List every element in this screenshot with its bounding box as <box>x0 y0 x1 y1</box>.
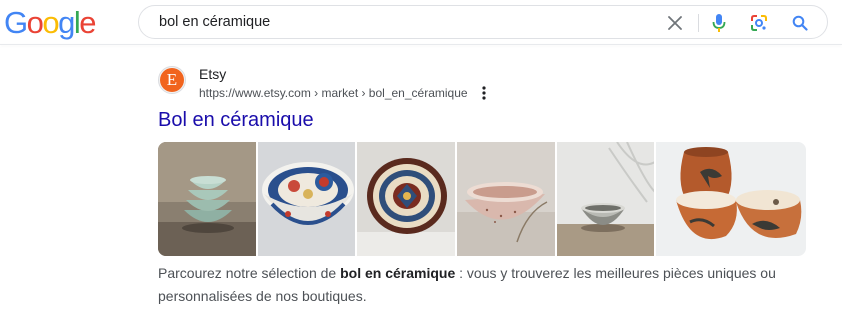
search-divider <box>698 14 699 32</box>
logo-letter: o <box>42 5 59 40</box>
thumbnail-terracotta-bowls[interactable] <box>656 142 806 256</box>
close-icon[interactable] <box>662 10 688 36</box>
logo-letter: o <box>26 5 44 40</box>
search-icon[interactable] <box>787 10 813 36</box>
search-box <box>138 5 828 39</box>
favicon-letter: E <box>160 68 184 92</box>
logo-letter: g <box>58 5 75 40</box>
thumbnail-stacked-celadon-bowls[interactable] <box>158 142 256 256</box>
snippet-highlight: bol en céramique <box>340 265 456 281</box>
logo-letter: G <box>4 5 28 40</box>
more-vert-icon[interactable] <box>478 85 490 101</box>
thumbnail-imari-bowl[interactable] <box>257 142 356 256</box>
thumbnail-pink-speckled-bowl[interactable] <box>457 142 555 256</box>
search-header: Google <box>0 0 842 44</box>
google-lens-icon[interactable] <box>746 10 772 36</box>
site-name[interactable]: Etsy <box>199 66 226 82</box>
header-divider <box>0 44 842 45</box>
logo-letter: e <box>79 5 96 40</box>
thumbnail-grey-glaze-bowl[interactable] <box>556 142 655 256</box>
thumbnail-moroccan-bowl[interactable] <box>357 142 456 256</box>
result-snippet: Parcourez notre sélection de bol en céra… <box>158 262 798 308</box>
etsy-favicon[interactable]: E <box>158 66 186 94</box>
site-url[interactable]: https://www.etsy.com › market › bol_en_c… <box>199 86 468 100</box>
result-title-link[interactable]: Bol en céramique <box>158 109 314 132</box>
microphone-icon[interactable] <box>706 10 732 36</box>
snippet-text: Parcourez notre sélection de <box>158 265 341 281</box>
search-input[interactable] <box>159 6 649 38</box>
google-logo[interactable]: Google <box>4 5 96 40</box>
image-thumbnail-strip <box>158 142 806 256</box>
